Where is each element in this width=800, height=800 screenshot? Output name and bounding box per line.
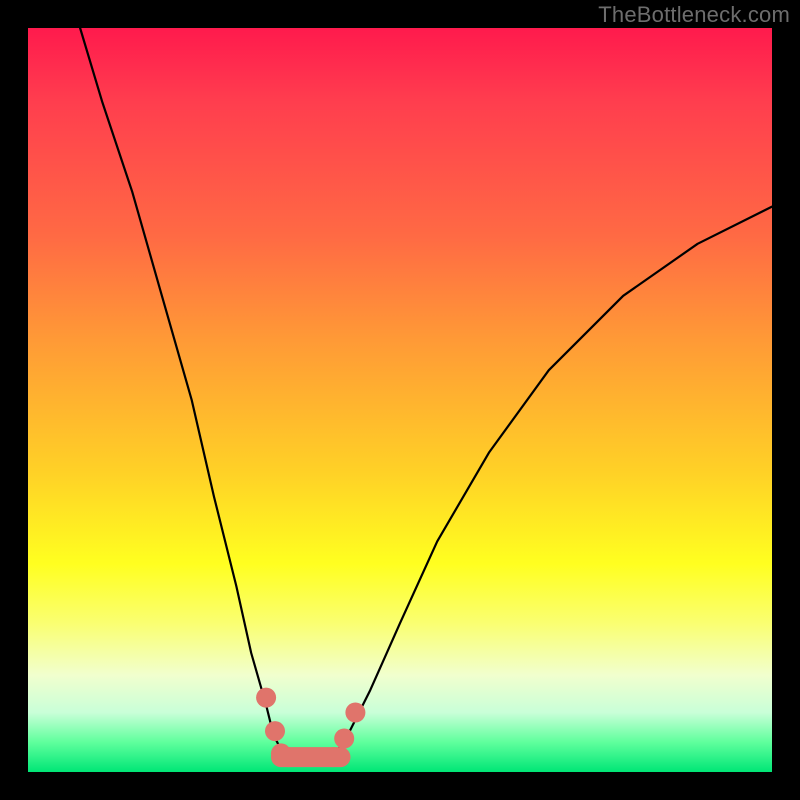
data-marker xyxy=(323,747,343,767)
left-curve-line xyxy=(80,28,288,757)
plot-area xyxy=(28,28,772,772)
data-marker xyxy=(256,688,276,708)
chart-svg xyxy=(28,28,772,772)
data-marker xyxy=(334,729,354,749)
data-marker xyxy=(345,703,365,723)
chart-frame: TheBottleneck.com xyxy=(0,0,800,800)
right-curve-line xyxy=(333,207,772,758)
data-marker xyxy=(265,721,285,741)
watermark-text: TheBottleneck.com xyxy=(598,2,790,28)
data-marker xyxy=(278,747,298,767)
